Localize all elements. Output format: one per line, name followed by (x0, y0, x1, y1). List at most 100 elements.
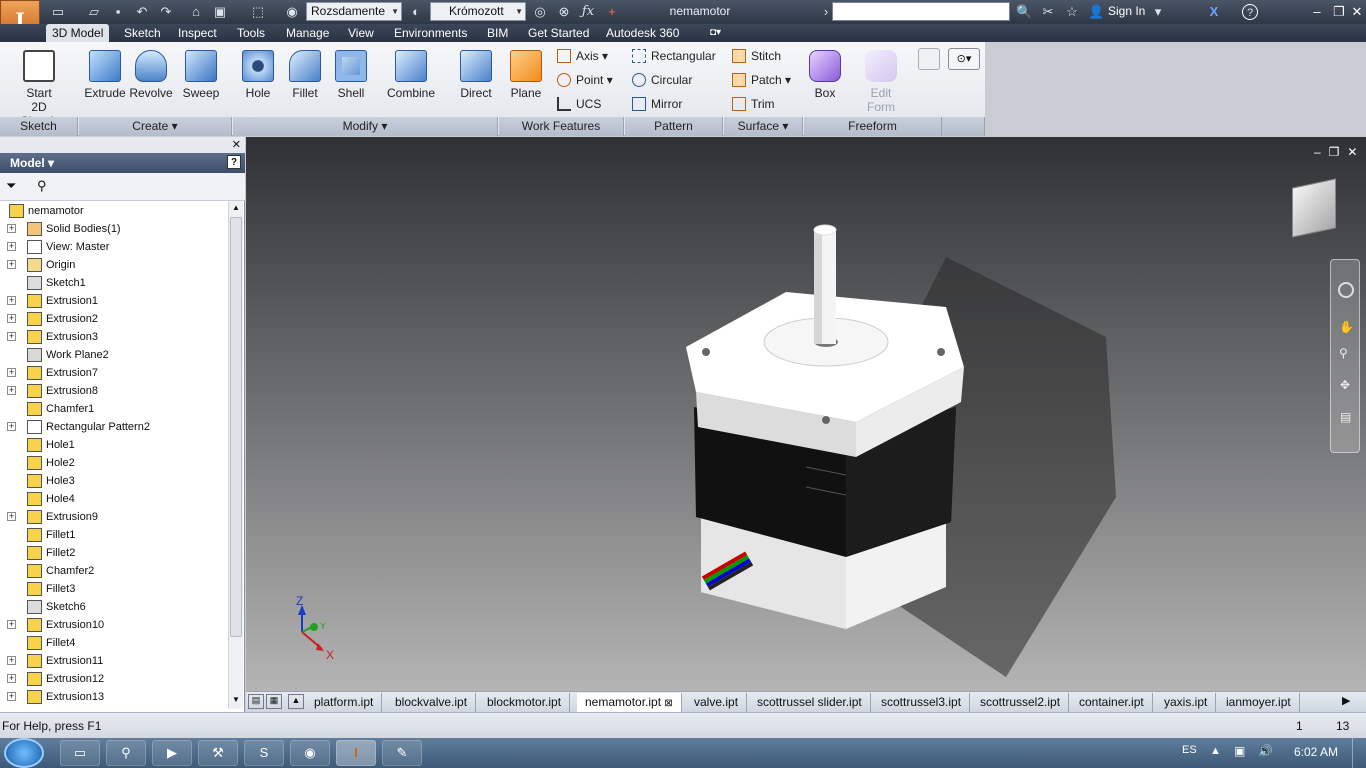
inventor-taskbar-icon[interactable]: I (336, 740, 376, 766)
redo-icon[interactable]: ↷ (158, 4, 174, 20)
tree-node[interactable]: + Extrusion9 (0, 508, 228, 526)
tree-node[interactable]: Fillet2 (0, 544, 228, 562)
network-icon[interactable]: ▣ (1234, 744, 1245, 758)
close-icon[interactable]: ✕ (232, 138, 241, 151)
doc-tab-active[interactable]: nemamotor.ipt ⊠ (577, 693, 682, 712)
scroll-up-icon[interactable]: ▲ (230, 203, 242, 215)
new-icon[interactable]: ▭ (50, 4, 66, 20)
tab-inspect[interactable]: Inspect (172, 24, 223, 42)
tree-node[interactable]: + Extrusion3 (0, 328, 228, 346)
scroll-down-icon[interactable]: ▼ (230, 695, 242, 707)
tree-node[interactable]: + Extrusion10 (0, 616, 228, 634)
expand-icon[interactable]: + (7, 620, 16, 629)
look-at-icon[interactable]: ▤ (1340, 410, 1351, 424)
panel-modify-label[interactable]: Modify ▾ (233, 117, 498, 136)
zoom-icon[interactable]: ⚲ (1339, 346, 1348, 360)
doc-tab[interactable]: blockvalve.ipt (387, 693, 477, 712)
tree-node[interactable]: Hole3 (0, 472, 228, 490)
orbit-icon[interactable]: ✥ (1340, 378, 1350, 392)
panel-create-label[interactable]: Create ▾ (79, 117, 232, 136)
minimize-button[interactable]: – (1306, 3, 1328, 21)
close-button[interactable]: ✕ (1346, 3, 1366, 21)
viewport-window-controls[interactable]: –❐✕ (1314, 145, 1366, 159)
tab-sketch[interactable]: Sketch (118, 24, 167, 42)
tab-bim[interactable]: BIM (481, 24, 514, 42)
expand-icon[interactable]: + (7, 674, 16, 683)
tree-node[interactable]: Work Plane2 (0, 346, 228, 364)
extrude-button[interactable]: Extrude (80, 46, 130, 116)
ucs-button[interactable]: UCS (557, 94, 601, 114)
open-icon[interactable]: ▱ (86, 4, 102, 20)
save-icon[interactable]: ▪ (110, 4, 126, 20)
search-icon[interactable]: 🔍 (1016, 4, 1032, 20)
doc-tab[interactable]: container.ipt (1071, 693, 1153, 712)
search-app-icon[interactable]: ⚲ (106, 740, 146, 766)
navigation-bar[interactable]: ✋ ⚲ ✥ ▤ (1330, 259, 1360, 453)
cascade-icon[interactable]: ▤ (248, 694, 264, 709)
fillet-button[interactable]: Fillet (280, 46, 330, 116)
pan-icon[interactable]: ✋ (1339, 320, 1354, 334)
tree-node[interactable]: + Extrusion7 (0, 364, 228, 382)
panel-sketch-label[interactable]: Sketch (0, 117, 78, 136)
search-input[interactable] (832, 2, 1010, 21)
rectangular-pattern-button[interactable]: Rectangular (632, 46, 716, 66)
expand-icon[interactable]: + (7, 260, 16, 269)
panel-freeform-label[interactable]: Freeform (804, 117, 942, 136)
tree-node[interactable]: nemamotor (0, 202, 228, 220)
doc-tab[interactable]: scottrussel slider.ipt (749, 693, 871, 712)
user-icon[interactable]: 👤 (1088, 4, 1104, 20)
show-desktop-button[interactable] (1352, 738, 1366, 768)
tab-3d-model[interactable]: 3D Model (46, 24, 110, 42)
material-combo[interactable]: Rozsdamente ▼ (306, 2, 402, 21)
paint-icon[interactable]: ✎ (382, 740, 422, 766)
tree-node[interactable]: + Solid Bodies(1) (0, 220, 228, 238)
box-button[interactable]: Box (800, 46, 850, 116)
doc-tab[interactable]: blockmotor.ipt (479, 693, 571, 712)
tree-node[interactable]: + Rectangular Pattern2 (0, 418, 228, 436)
doc-tab[interactable]: platform.ipt (306, 693, 383, 712)
tree-node[interactable]: Fillet3 (0, 580, 228, 598)
tree-node[interactable]: + Origin (0, 256, 228, 274)
language-indicator[interactable]: ES (1182, 744, 1197, 756)
direct-button[interactable]: Direct (451, 46, 501, 116)
panel-pattern-label[interactable]: Pattern (625, 117, 723, 136)
tile-icon[interactable]: ▦ (266, 694, 282, 709)
scroll-thumb[interactable] (230, 217, 242, 637)
tools-icon[interactable]: ✂ (1040, 4, 1056, 20)
panel-work-features-label[interactable]: Work Features (499, 117, 624, 136)
chevron-down-icon[interactable]: ▾ (1150, 4, 1166, 20)
doc-tab[interactable]: yaxis.ipt (1156, 693, 1217, 712)
tree-node[interactable]: Hole1 (0, 436, 228, 454)
expand-icon[interactable]: + (7, 296, 16, 305)
trim-button[interactable]: Trim (732, 94, 775, 114)
tray-expand-icon[interactable]: ▲ (1210, 745, 1221, 757)
expand-icon[interactable]: + (7, 656, 16, 665)
steering-wheel-icon[interactable] (1338, 282, 1354, 298)
tree-node[interactable]: + View: Master (0, 238, 228, 256)
tree-node[interactable]: Hole4 (0, 490, 228, 508)
expand-icon[interactable]: + (7, 512, 16, 521)
sign-in-link[interactable]: Sign In (1108, 4, 1145, 18)
tab-manage[interactable]: Manage (280, 24, 335, 42)
tabs-menu-icon[interactable]: ▲ (288, 694, 304, 709)
tree-node[interactable]: Fillet1 (0, 526, 228, 544)
help-icon[interactable]: ? (227, 155, 241, 169)
shell-button[interactable]: Shell (326, 46, 376, 116)
tree-node[interactable]: + Extrusion12 (0, 670, 228, 688)
tree-node[interactable]: Chamfer2 (0, 562, 228, 580)
star-icon[interactable]: ☆ (1064, 4, 1080, 20)
tab-overflow-icon[interactable]: ◘▾ (704, 24, 727, 42)
tools-app-icon[interactable]: ⚒ (198, 740, 238, 766)
graphics-window[interactable]: Z X Y –❐✕ ✋ ⚲ ✥ ▤ (246, 137, 1366, 691)
viewcube-icon[interactable] (1292, 178, 1336, 238)
tree-node[interactable]: + Extrusion1 (0, 292, 228, 310)
browser-scrollbar[interactable]: ▲ ▼ (228, 201, 243, 709)
tree-node[interactable]: Sketch1 (0, 274, 228, 292)
expand-icon[interactable]: + (7, 332, 16, 341)
doc-tab[interactable]: ianmoyer.ipt (1218, 693, 1300, 712)
skype-icon[interactable]: S (244, 740, 284, 766)
filter-icon[interactable]: ⏷ (6, 178, 16, 194)
undo-icon[interactable]: ↶ (134, 4, 150, 20)
tabs-scroll-right-icon[interactable]: ▶ (1342, 694, 1350, 707)
expand-icon[interactable]: + (7, 242, 16, 251)
